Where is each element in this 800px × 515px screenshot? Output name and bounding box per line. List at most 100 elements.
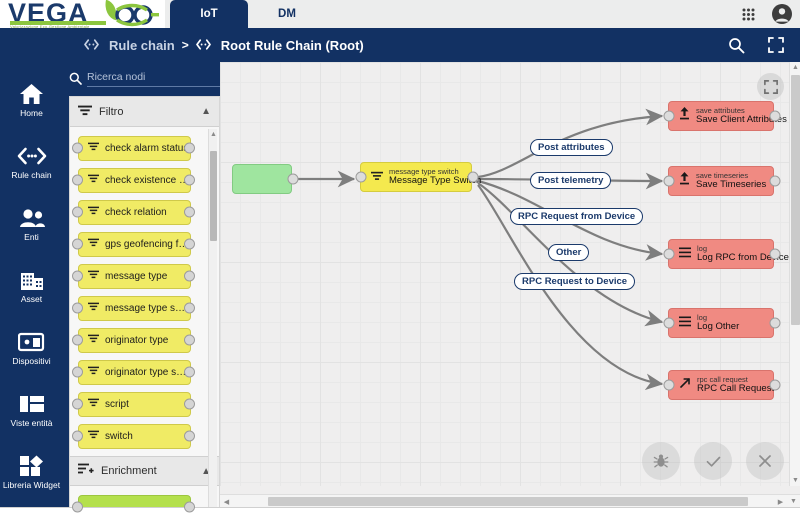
vega-knot-icon — [115, 3, 159, 27]
header-actions — [726, 35, 786, 55]
upload-icon — [679, 107, 690, 125]
link-label-rpc-request-from-device[interactable]: RPC Request from Device — [510, 208, 644, 225]
flow-node-log-other[interactable]: log Log Other — [663, 308, 781, 338]
list-item[interactable]: switch — [70, 420, 219, 452]
link-label-post-attributes[interactable]: Post attributes — [530, 139, 613, 156]
node-output-port — [769, 248, 781, 260]
apps-grid-icon[interactable] — [736, 2, 760, 26]
sidebar-item-label: Home — [20, 107, 43, 118]
canvas-vertical-scrollbar[interactable]: ▲ ▼ — [789, 62, 800, 486]
dashboard-layout-icon — [19, 391, 45, 417]
flow-node-log-rpc-from-device[interactable]: log Log RPC from Device — [663, 239, 789, 269]
flow-node-rpc-call-request[interactable]: rpc call request RPC Call Request — [663, 370, 781, 400]
brand-logo[interactable]: VEGA Valorizzazione Eco-Gestione Ambient… — [0, 0, 165, 28]
node-text: rpc call request RPC Call Request — [697, 376, 774, 394]
library-node-label: switch — [105, 430, 133, 442]
canvas-horizontal-scroll-thumb[interactable] — [268, 497, 748, 506]
sidebar-item-rule-chain[interactable]: Rule chain — [0, 130, 63, 192]
library-node[interactable]: originator type — [78, 327, 191, 353]
search-icon — [69, 72, 82, 85]
node-output-port — [184, 334, 195, 346]
library-node-label: check existence fields — [105, 174, 190, 186]
filter-icon — [88, 302, 99, 314]
list-item[interactable]: message type switch — [70, 292, 219, 324]
search-icon[interactable] — [726, 35, 746, 55]
flow-node-save-client-attributes[interactable]: save attributes Save Client Attributes — [663, 101, 787, 131]
sidebar-item-label: Dispositivi — [12, 355, 51, 366]
flow-node-input[interactable] — [232, 164, 299, 194]
debug-button[interactable] — [642, 442, 680, 480]
sidebar-item-asset[interactable]: Asset — [0, 254, 63, 316]
breadcrumb-rule-chain[interactable]: Rule chain — [109, 38, 175, 53]
canvas-fullscreen-button[interactable] — [757, 73, 784, 100]
library-node[interactable]: script — [78, 391, 191, 417]
link-label-other[interactable]: Other — [548, 244, 590, 261]
library-node[interactable]: gps geofencing filter — [78, 231, 191, 257]
library-group-enrichment[interactable]: Enrichment ▲ — [70, 456, 219, 486]
node-input-port — [663, 175, 675, 187]
account-circle-icon[interactable] — [770, 2, 794, 26]
filter-icon — [88, 270, 99, 282]
flow-node-save-timeseries[interactable]: save timeseries Save Timeseries — [663, 166, 781, 196]
rule-chain-icon — [84, 38, 99, 53]
tab-dm[interactable]: DM — [248, 0, 326, 28]
library-node[interactable]: message type — [78, 263, 191, 289]
top-strip: VEGA Valorizzazione Eco-Gestione Ambient… — [0, 0, 800, 28]
link-label-rpc-request-to-device[interactable]: RPC Request to Device — [514, 273, 636, 290]
library-scrollbar[interactable]: ▲ ▼ — [208, 129, 217, 515]
canvas-vertical-scroll-thumb[interactable] — [791, 75, 800, 325]
flow-node-message-type-switch[interactable]: message type switch Message Type Switch — [355, 162, 481, 192]
node-library-panel: ❮ Filtro ▲ check alarm status — [63, 62, 238, 515]
breadcrumb-current: Root Rule Chain (Root) — [220, 37, 364, 53]
tab-iot[interactable]: IoT — [170, 0, 248, 28]
sidebar-item-libreria-widget[interactable]: Libreria Widget — [0, 440, 63, 502]
library-node[interactable]: check existence fields — [78, 167, 191, 193]
filter-icon — [88, 206, 99, 218]
list-item[interactable]: check relation — [70, 196, 219, 228]
node-output-port — [287, 173, 299, 185]
library-node[interactable]: originator type switch — [78, 359, 191, 385]
link-label-post-telemetry[interactable]: Post telemetry — [530, 172, 612, 189]
node-input-port — [72, 238, 83, 250]
fullscreen-icon[interactable] — [766, 35, 786, 55]
cancel-button[interactable] — [746, 442, 784, 480]
sidebar-item-viste-entita[interactable]: Viste entità — [0, 378, 63, 440]
sidebar-item-enti[interactable]: Enti — [0, 192, 63, 254]
list-item[interactable]: check existence fields — [70, 164, 219, 196]
list-item[interactable]: originator type — [70, 324, 219, 356]
list-item[interactable]: message type — [70, 260, 219, 292]
sidebar-item-label: Viste entità — [10, 417, 53, 428]
canvas-horizontal-scrollbar[interactable]: ◀ ▶ ▼ — [220, 494, 800, 507]
node-input-port — [72, 334, 83, 346]
node-search-bar: ❮ — [63, 62, 238, 94]
apply-button[interactable] — [694, 442, 732, 480]
filter-icon — [88, 398, 99, 410]
search-input[interactable] — [87, 69, 222, 87]
node-text: save timeseries Save Timeseries — [696, 172, 766, 190]
log-icon — [679, 245, 691, 263]
list-item[interactable]: script — [70, 388, 219, 420]
sidebar-item-dispositivi[interactable]: Dispositivi — [0, 316, 63, 378]
library-node[interactable]: switch — [78, 423, 191, 449]
rule-chain-canvas[interactable]: message type switch Message Type Switch … — [220, 62, 800, 515]
node-input-port — [663, 248, 675, 260]
window-bottom-bar — [0, 507, 800, 515]
library-node[interactable]: check alarm status — [78, 135, 191, 161]
library-scroll-thumb[interactable] — [210, 151, 217, 241]
list-item[interactable]: originator type switch — [70, 356, 219, 388]
scroll-up-arrow[interactable]: ▲ — [209, 129, 218, 140]
library-node-label: script — [105, 398, 129, 410]
library-node[interactable]: check relation — [78, 199, 191, 225]
sidebar-item-home[interactable]: Home — [0, 68, 63, 130]
rule-chain-icon — [17, 143, 47, 169]
scroll-up-arrow[interactable]: ▲ — [790, 62, 800, 73]
node-name: Log Other — [697, 320, 740, 332]
scroll-down-arrow[interactable]: ▼ — [790, 475, 800, 486]
list-item[interactable]: check alarm status — [70, 132, 219, 164]
check-icon — [706, 456, 720, 467]
node-input-port — [72, 366, 83, 378]
node-input-port — [72, 302, 83, 314]
library-group-filtro[interactable]: Filtro ▲ — [70, 97, 219, 127]
list-item[interactable]: gps geofencing filter — [70, 228, 219, 260]
library-node[interactable]: message type switch — [78, 295, 191, 321]
